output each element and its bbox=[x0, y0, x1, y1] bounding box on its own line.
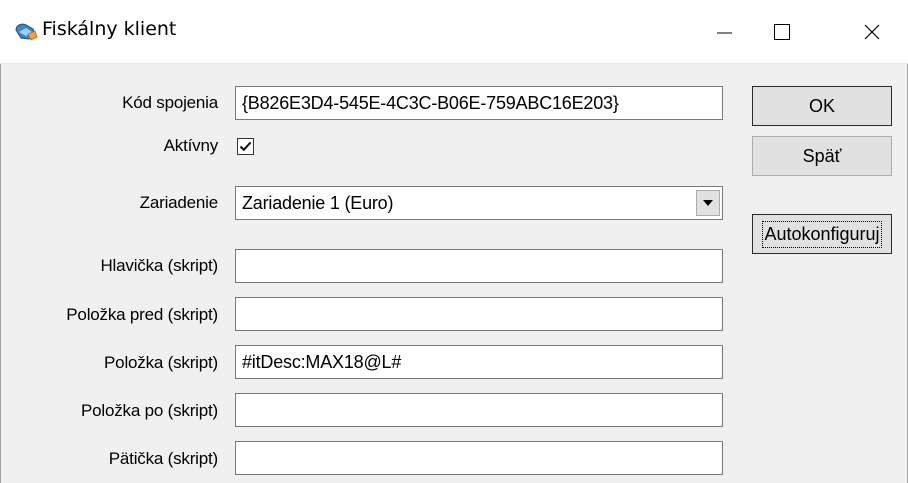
kod-spojenia-field[interactable]: {B826E3D4-545E-4C3C-B06E-759ABC16E203} bbox=[235, 86, 723, 120]
spat-button[interactable]: Späť bbox=[752, 136, 892, 176]
polozka-pred-field[interactable] bbox=[235, 297, 723, 331]
dropdown-button[interactable] bbox=[696, 190, 720, 216]
close-button[interactable] bbox=[838, 0, 906, 64]
window-frame-left bbox=[0, 64, 7, 483]
polozka-pred-label: Položka pred (skript) bbox=[66, 305, 218, 324]
chevron-down-icon bbox=[703, 200, 713, 206]
maximize-icon bbox=[774, 24, 790, 40]
polozka-po-field[interactable] bbox=[235, 393, 723, 427]
window-frame-right bbox=[901, 64, 908, 483]
aktivny-label: Aktívny bbox=[163, 136, 219, 155]
autokonfiguruj-button-label: Autokonfiguruj bbox=[762, 220, 882, 248]
autokonfiguruj-button[interactable]: Autokonfiguruj bbox=[752, 214, 892, 254]
hlavicka-label: Hlavička (skript) bbox=[100, 256, 218, 275]
kod-spojenia-label: Kód spojenia bbox=[122, 93, 218, 112]
checkmark-icon bbox=[239, 141, 252, 152]
close-icon bbox=[864, 24, 880, 40]
polozka-label: Položka (skript) bbox=[104, 353, 218, 372]
paticka-field[interactable] bbox=[235, 441, 723, 475]
polozka-field[interactable]: #itDesc:MAX18@L# bbox=[235, 345, 723, 379]
aktivny-checkbox[interactable] bbox=[237, 138, 254, 155]
polozka-po-label: Položka po (skript) bbox=[81, 401, 218, 420]
maximize-button[interactable] bbox=[748, 0, 816, 64]
paticka-label: Pätička (skript) bbox=[108, 449, 218, 468]
zariadenie-label: Zariadenie bbox=[139, 193, 219, 212]
zariadenie-select[interactable]: Zariadenie 1 (Euro) bbox=[235, 186, 723, 220]
minimize-icon bbox=[717, 32, 732, 34]
zariadenie-selected-value: Zariadenie 1 (Euro) bbox=[242, 192, 394, 213]
spat-button-label: Späť bbox=[802, 145, 842, 166]
ok-button[interactable]: OK bbox=[752, 86, 892, 126]
ok-button-label: OK bbox=[808, 95, 835, 116]
hlavicka-field[interactable] bbox=[235, 249, 723, 283]
window-title: Fiskálny klient bbox=[42, 18, 177, 40]
fiscal-client-icon bbox=[15, 23, 38, 41]
title-bar[interactable]: Fiskálny klient bbox=[0, 0, 908, 64]
